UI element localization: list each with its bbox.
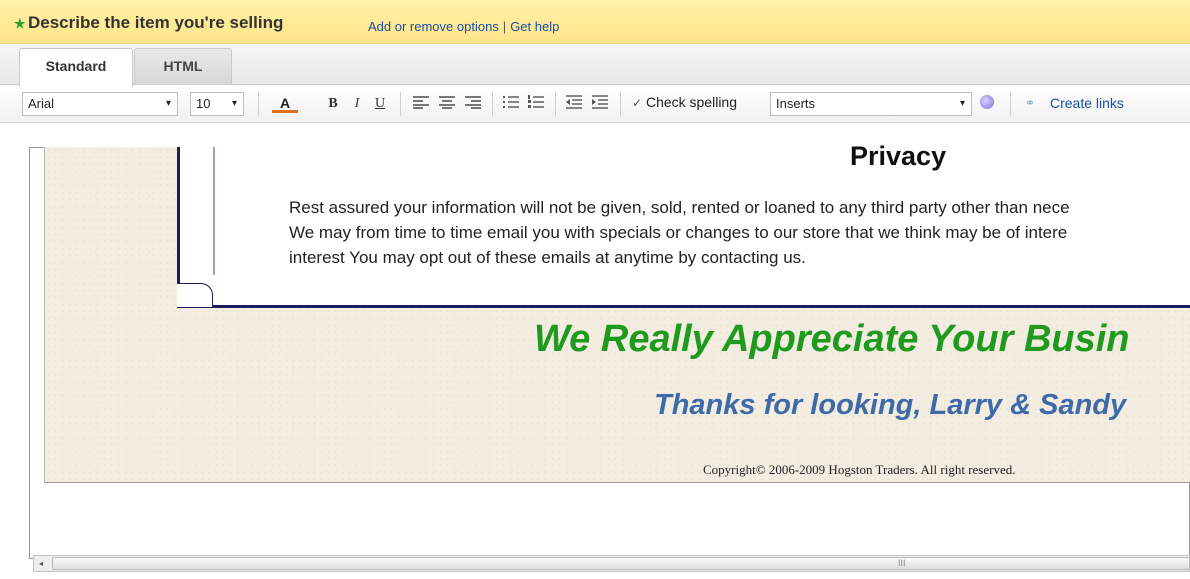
privacy-corner-ornament xyxy=(177,283,213,307)
scrollbar-thumb[interactable] xyxy=(52,557,1190,570)
underline-button[interactable]: U xyxy=(372,93,388,115)
header-links: Add or remove options | Get help xyxy=(368,19,559,34)
bold-button[interactable]: B xyxy=(324,93,342,115)
tab-standard[interactable]: Standard xyxy=(19,48,133,87)
privacy-line: Rest assured your information will not b… xyxy=(289,198,1070,217)
align-right-icon[interactable] xyxy=(462,93,484,115)
toolbar-divider xyxy=(620,92,621,116)
toolbar-divider xyxy=(258,92,259,116)
inserts-value: Inserts xyxy=(776,96,816,111)
create-links-button[interactable]: Create links xyxy=(1050,95,1124,111)
link-icon: ⚭ xyxy=(1025,96,1036,110)
toolbar-divider xyxy=(555,92,556,116)
copyright-text: Copyright© 2006-2009 Hogston Traders. Al… xyxy=(703,462,1016,477)
numbered-list-icon[interactable] xyxy=(525,93,547,115)
thanks-heading: Thanks for looking, Larry & Sandy xyxy=(654,389,1127,421)
privacy-line: We may from time to time email you with … xyxy=(289,223,1068,242)
spellcheck-icon: ✓ xyxy=(632,96,643,110)
toolbar-divider xyxy=(400,92,401,116)
help-icon[interactable] xyxy=(980,95,994,109)
chevron-down-icon: ▾ xyxy=(165,98,171,109)
bullet-list-icon[interactable] xyxy=(500,93,522,115)
chevron-down-icon: ▾ xyxy=(231,98,237,109)
get-help-link[interactable]: Get help xyxy=(510,19,559,34)
tab-html[interactable]: HTML xyxy=(134,48,232,86)
chevron-down-icon: ▾ xyxy=(959,98,965,109)
toolbar-divider xyxy=(492,92,493,116)
star-icon: ★ xyxy=(14,16,26,31)
link-separator: | xyxy=(502,19,507,34)
font-size-value: 10 xyxy=(196,96,211,111)
privacy-inner-border xyxy=(213,147,215,275)
check-spelling-label: Check spelling xyxy=(645,94,738,110)
section-header: ★ Describe the item you're selling Add o… xyxy=(0,0,1190,44)
indent-icon[interactable] xyxy=(589,93,611,115)
check-spelling-button[interactable]: ✓ Check spelling xyxy=(632,94,737,110)
appreciate-heading: We Really Appreciate Your Busin xyxy=(534,318,1130,360)
inserts-select[interactable]: Inserts ▾ xyxy=(770,92,972,116)
toolbar-divider xyxy=(1010,92,1011,116)
font-size-select[interactable]: 10 ▾ xyxy=(190,92,244,116)
align-center-icon[interactable] xyxy=(436,93,458,115)
align-left-icon[interactable] xyxy=(410,93,432,115)
font-family-select[interactable]: Arial ▾ xyxy=(22,92,178,116)
privacy-line: interest You may opt out of these emails… xyxy=(289,248,806,267)
font-color-icon[interactable]: A xyxy=(272,93,298,113)
italic-button[interactable]: I xyxy=(350,93,364,115)
font-family-value: Arial xyxy=(28,96,55,111)
add-remove-options-link[interactable]: Add or remove options xyxy=(368,19,499,34)
scroll-left-icon[interactable]: ◂ xyxy=(34,556,48,571)
section-title: Describe the item you're selling xyxy=(28,13,284,32)
privacy-text: Rest assured your information will not b… xyxy=(289,195,1190,270)
privacy-title: Privacy xyxy=(850,141,947,171)
outdent-icon[interactable] xyxy=(563,93,585,115)
scrollbar-grip: III xyxy=(898,558,906,568)
